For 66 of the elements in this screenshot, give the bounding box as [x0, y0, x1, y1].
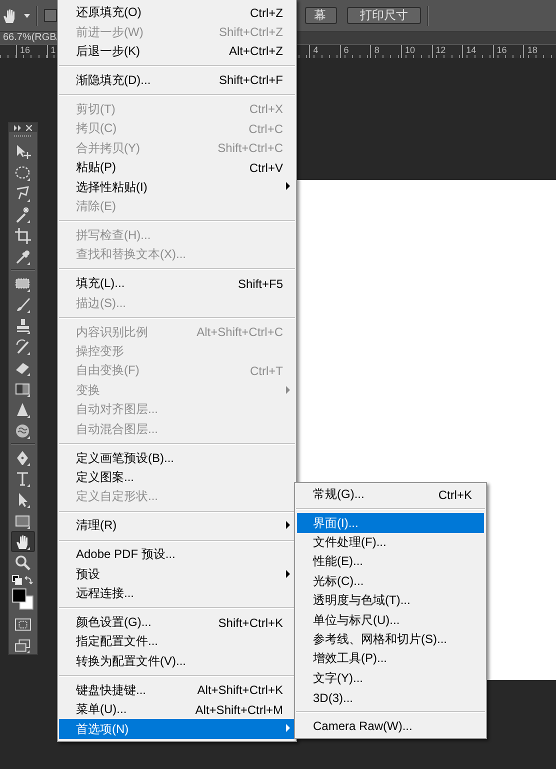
shortcut-label: Alt+Shift+Ctrl+K [197, 683, 283, 698]
collapse-icon[interactable] [14, 124, 22, 131]
menu-item[interactable]: 文字(Y)... [297, 668, 484, 688]
shortcut-label: Ctrl+X [249, 102, 283, 116]
shortcut-label: Ctrl+V [249, 160, 283, 175]
close-icon[interactable] [26, 124, 32, 131]
ruler-label: 18 [523, 45, 554, 58]
quick-mask-icon[interactable] [14, 618, 32, 631]
menu-item[interactable]: 预设 [59, 564, 295, 584]
menu-item[interactable]: 键盘快捷键... Alt+Shift+Ctrl+K [59, 680, 295, 700]
shortcut-label: Shift+Ctrl+C [218, 141, 283, 156]
menu-item[interactable]: 文件处理(F)... [297, 532, 484, 552]
ruler-label: 10 [400, 45, 432, 58]
hand-icon[interactable] [11, 531, 35, 552]
ruler-label: 14 [462, 45, 493, 58]
shortcut-label: Shift+Ctrl+F [218, 73, 283, 88]
ruler-label: 8 [370, 45, 401, 58]
shortcut-label: Alt+Ctrl+Z [228, 44, 283, 58]
shortcut-label: Ctrl+T [250, 364, 283, 378]
menu-item[interactable]: 单位与标尺(U)... [297, 610, 484, 630]
menu-item[interactable]: 透明度与色域(T)... [297, 590, 484, 610]
ruler-label: 16 [492, 45, 524, 58]
menu-item[interactable]: 3D(3)... [297, 688, 484, 708]
shortcut-label: Alt+Shift+Ctrl+M [195, 702, 283, 717]
shortcut-label: Shift+Ctrl+K [218, 616, 283, 630]
menu-item[interactable]: 定义图案... [59, 468, 295, 488]
menu-item[interactable]: 清理(R) [59, 516, 295, 536]
menu-item[interactable]: 定义画笔预设(B)... [59, 448, 295, 468]
menu-item[interactable]: 增效工具(P)... [297, 649, 484, 669]
menu-item[interactable]: 转换为配置文件(V)... [59, 652, 295, 672]
menu-item[interactable]: 远程连接... [59, 584, 295, 604]
menu-item[interactable]: 还原填充(O) Ctrl+Z [59, 3, 295, 22]
ruler-label: 4 [309, 45, 340, 58]
shortcut-label: Ctrl+C [248, 122, 283, 136]
menu-item[interactable]: Adobe PDF 预设... [59, 545, 295, 565]
color-swatches[interactable] [11, 588, 35, 611]
menu-item[interactable]: 填充(L)... Shift+F5 [59, 274, 295, 294]
default-colors-icon[interactable] [12, 575, 22, 586]
shortcut-label: Ctrl+K [438, 488, 472, 502]
menu-item[interactable]: 颜色设置(G)... Shift+Ctrl+K [59, 612, 295, 632]
caret-icon[interactable] [24, 14, 30, 18]
screen-mode-icon[interactable] [14, 638, 32, 654]
menu-item[interactable]: 性能(E)... [297, 552, 484, 572]
ruler-label: 16 [16, 45, 47, 58]
menu-item[interactable]: 指定配置文件... [59, 632, 295, 652]
menu-item[interactable]: 选择性粘贴(I) [59, 177, 295, 197]
menu-item[interactable]: 首选项(N) [59, 719, 295, 739]
ruler-label: 12 [432, 45, 462, 58]
menu-item[interactable]: 菜单(U)... Alt+Shift+Ctrl+M [59, 700, 295, 720]
shortcut-label: Ctrl+Z [250, 6, 283, 20]
ruler-label: 6 [340, 45, 370, 58]
menu-item[interactable]: 界面(I)... [297, 513, 484, 533]
menu-item[interactable]: 参考线、网格和切片(S)... [297, 630, 484, 650]
menu-item[interactable]: 粘贴(P) Ctrl+V [59, 158, 295, 178]
option-button[interactable]: 打印尺寸 [347, 7, 421, 24]
panel-grip[interactable] [14, 135, 32, 138]
menu-item[interactable]: Camera Raw(W)... [297, 716, 484, 736]
swap-colors-icon[interactable] [24, 575, 34, 586]
option-button[interactable]: 幕 [305, 7, 337, 24]
menu-item[interactable]: 常规(G)... Ctrl+K [297, 485, 484, 504]
menu-item[interactable]: 光标(C)... [297, 572, 484, 591]
shortcut-label: Alt+Shift+Ctrl+C [196, 325, 283, 340]
shortcut-label: Shift+Ctrl+Z [218, 25, 283, 40]
menu-item[interactable]: 渐隐填充(D)... Shift+Ctrl+F [59, 70, 295, 90]
checkbox[interactable] [44, 9, 57, 22]
shortcut-label: Shift+F5 [238, 276, 283, 291]
